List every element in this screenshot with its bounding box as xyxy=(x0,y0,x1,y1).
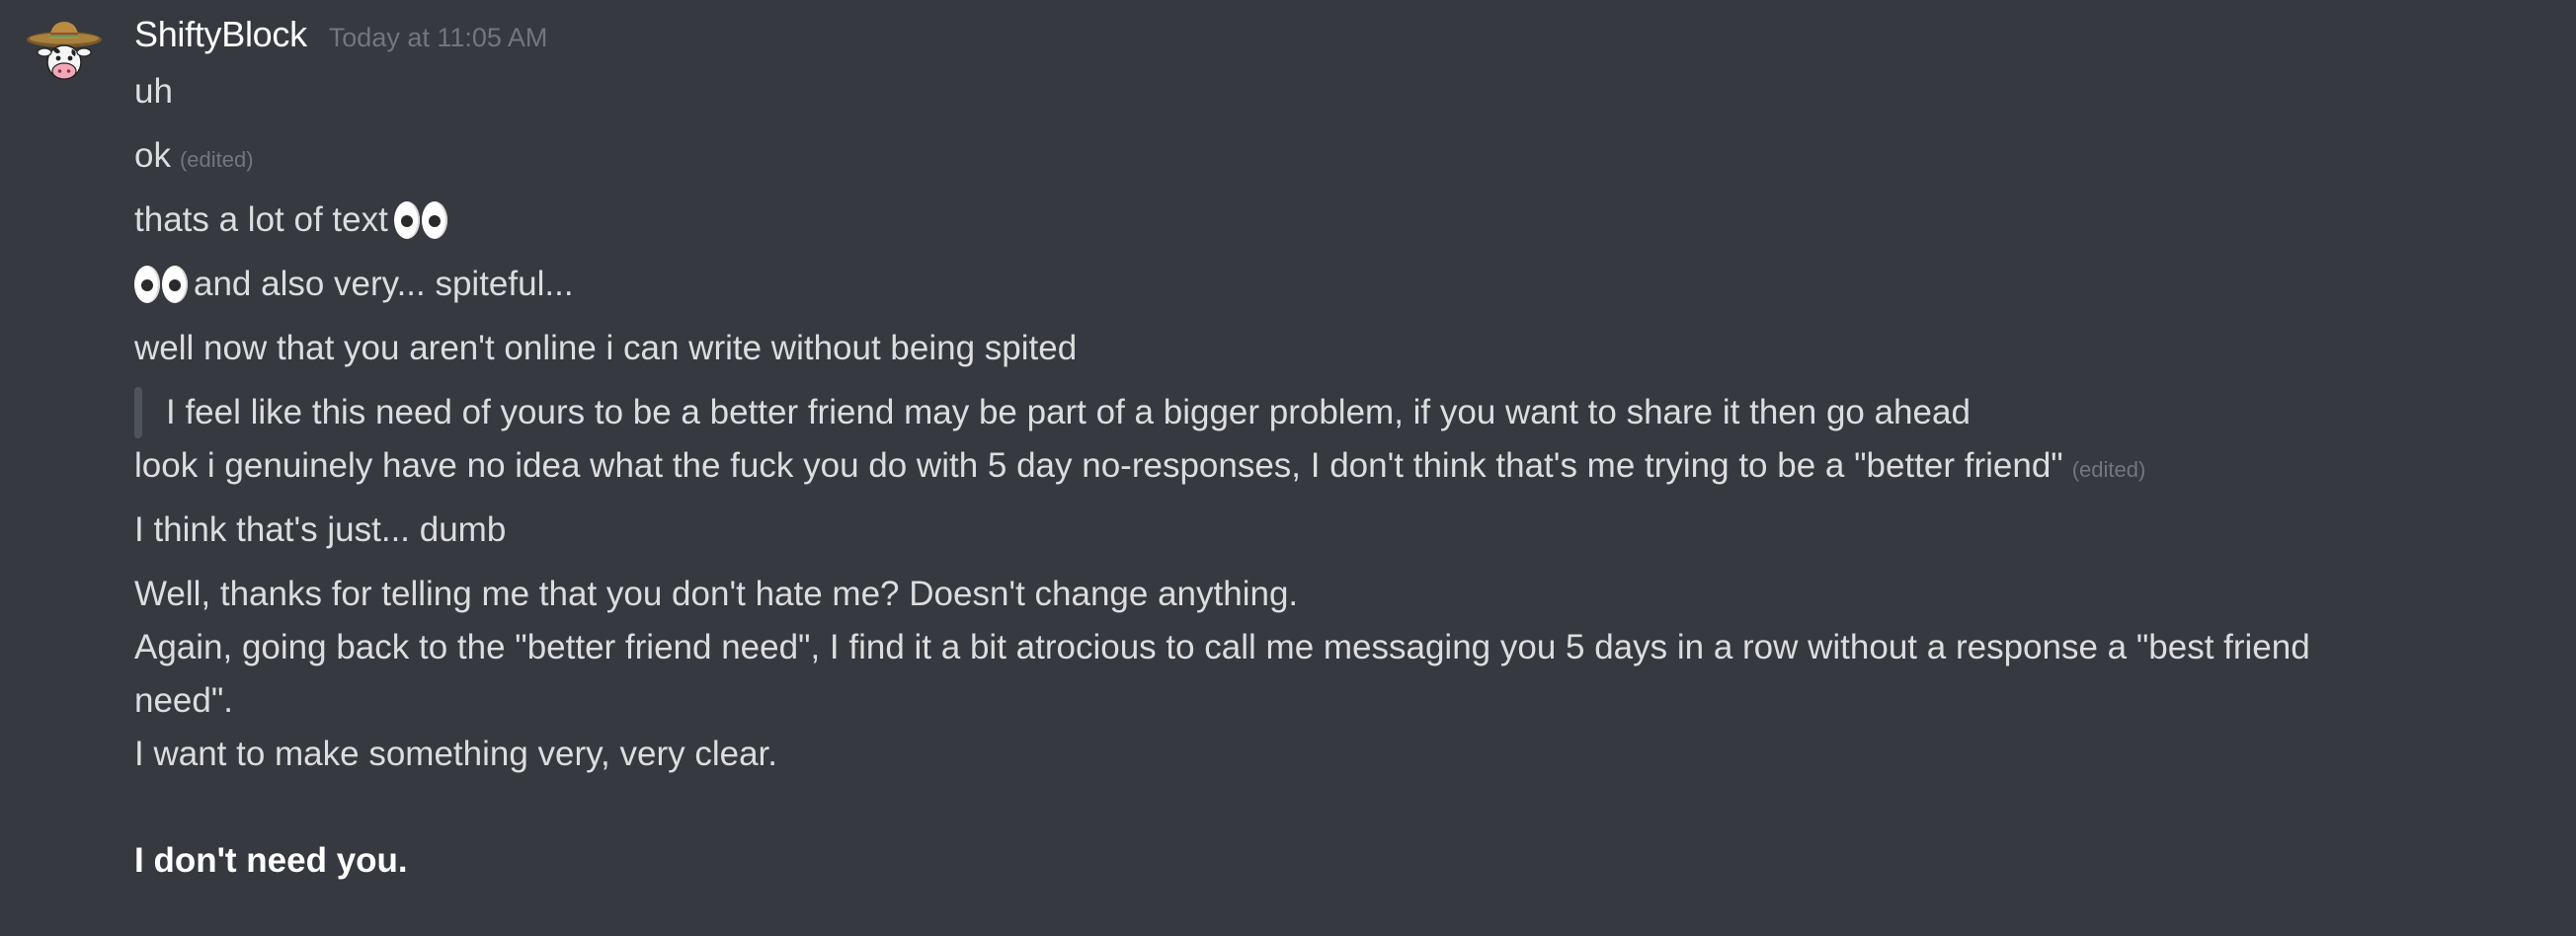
message-text: need". xyxy=(134,681,234,720)
message-line: uh xyxy=(134,65,173,118)
timestamp: Today at 11:05 AM xyxy=(328,23,548,52)
message-text: look i genuinely have no idea what the f… xyxy=(134,446,2063,485)
message-text: Again, going back to the "better friend … xyxy=(134,628,2310,666)
message-header: ShiftyBlock Today at 11:05 AM xyxy=(134,14,547,61)
message-text: ok xyxy=(134,136,171,175)
message-line: Again, going back to the "better friend … xyxy=(134,621,2310,674)
eyes-emoji-icon[interactable] xyxy=(393,201,447,239)
message-text: thats a lot of text xyxy=(134,200,388,239)
blockquote-bar xyxy=(134,387,142,438)
eye-shape xyxy=(421,201,447,239)
message-line: well now that you aren't online i can wr… xyxy=(134,322,1077,375)
message-text: I think that's just... dumb xyxy=(134,510,507,549)
message-text: I want to make something very, very clea… xyxy=(134,735,778,773)
blockquote: I feel like this need of yours to be a b… xyxy=(166,386,1971,439)
message-line: I don't need you. xyxy=(134,834,408,888)
eye-shape xyxy=(134,266,160,303)
username[interactable]: ShiftyBlock xyxy=(134,14,307,55)
user-avatar[interactable] xyxy=(26,20,103,89)
message-group: ShiftyBlock Today at 11:05 AM uh ok (edi… xyxy=(0,0,2576,936)
message-text: uh xyxy=(134,72,173,111)
message-text: and also very... spiteful... xyxy=(194,265,574,303)
message-line: and also very... spiteful... xyxy=(134,258,574,311)
message-text: well now that you aren't online i can wr… xyxy=(134,329,1078,367)
message-line: thats a lot of text xyxy=(134,194,453,247)
message-line: Well, thanks for telling me that you don… xyxy=(134,568,1298,621)
message-line: look i genuinely have no idea what the f… xyxy=(134,439,2145,493)
eye-shape xyxy=(162,266,188,303)
message-line: need". xyxy=(134,674,233,728)
message-line: I want to make something very, very clea… xyxy=(134,728,777,781)
message-text: Well, thanks for telling me that you don… xyxy=(134,575,1299,613)
edited-label: (edited) xyxy=(2071,457,2146,482)
message-line: ok (edited) xyxy=(134,129,254,183)
bold-message-text: I don't need you. xyxy=(134,841,408,880)
eyes-emoji-icon[interactable] xyxy=(134,266,188,303)
edited-label: (edited) xyxy=(179,147,254,172)
quote-text: I feel like this need of yours to be a b… xyxy=(166,393,1971,431)
eye-shape xyxy=(393,201,420,239)
message-line: I think that's just... dumb xyxy=(134,504,506,557)
